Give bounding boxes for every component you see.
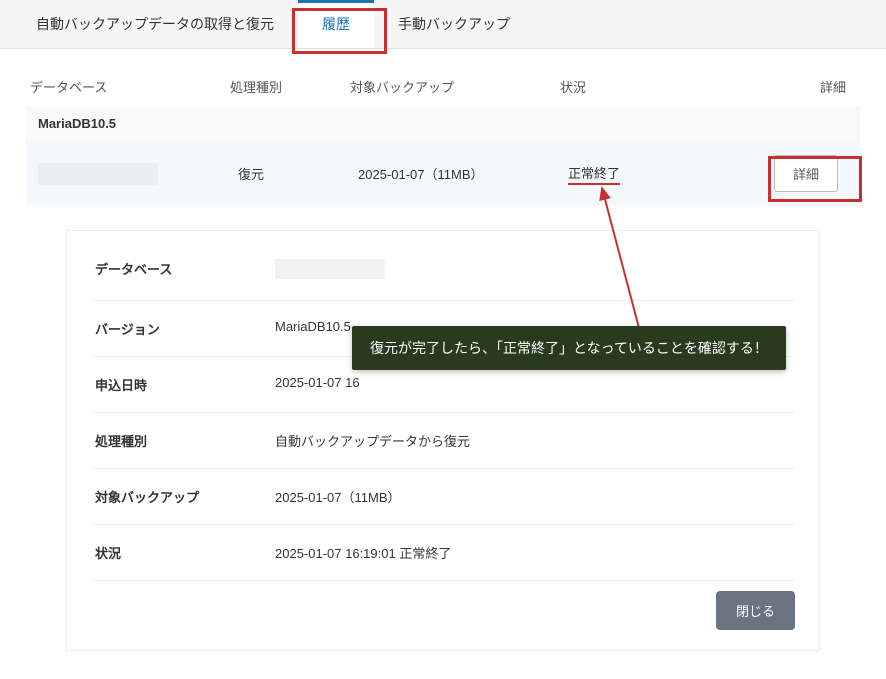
table-header: データベース 処理種別 対象バックアップ 状況 詳細 [26,67,860,106]
tab-bar: 自動バックアップデータの取得と復元 履歴 手動バックアップ [0,0,886,49]
field-label-apply-date: 申込日時 [95,375,275,394]
tab-auto-backup[interactable]: 自動バックアップデータの取得と復元 [12,0,298,48]
annotation-callout: 復元が完了したら、「正常終了」となっていることを確認する！ [352,326,786,370]
field-value-status: 2025-01-07 16:19:01 正常終了 [275,543,791,562]
detail-panel: データベース バージョン MariaDB10.5 申込日時 2025-01-07… [66,230,820,651]
group-header: MariaDB10.5 [26,106,860,141]
detail-button[interactable]: 詳細 [774,155,838,192]
field-label-status: 状況 [95,543,275,562]
field-value-database [275,259,791,282]
field-label-database: データベース [95,259,275,282]
field-value-target-backup: 2025-01-07（11MB） [275,487,791,506]
field-label-process-type: 処理種別 [95,431,275,450]
header-status: 状況 [560,77,730,96]
cell-type: 復元 [238,164,358,183]
close-button[interactable]: 閉じる [716,591,795,630]
field-value-process-type: 自動バックアップデータから復元 [275,431,791,450]
field-label-target-backup: 対象バックアップ [95,487,275,506]
header-target: 対象バックアップ [350,77,560,96]
tab-manual-backup[interactable]: 手動バックアップ [374,0,534,48]
header-detail: 詳細 [730,77,856,96]
status-badge: 正常終了 [568,163,620,185]
table-row: 復元 2025-01-07（11MB） 正常終了 詳細 [26,141,860,206]
field-label-version: バージョン [95,319,275,338]
field-value-apply-date: 2025-01-07 16 [275,375,791,394]
cell-database-redacted [38,163,158,185]
cell-target: 2025-01-07（11MB） [358,164,568,183]
redacted-block [275,259,385,279]
header-database: データベース [30,77,230,96]
tab-history[interactable]: 履歴 [298,0,374,48]
cell-status: 正常終了 [568,163,738,185]
header-type: 処理種別 [230,77,350,96]
